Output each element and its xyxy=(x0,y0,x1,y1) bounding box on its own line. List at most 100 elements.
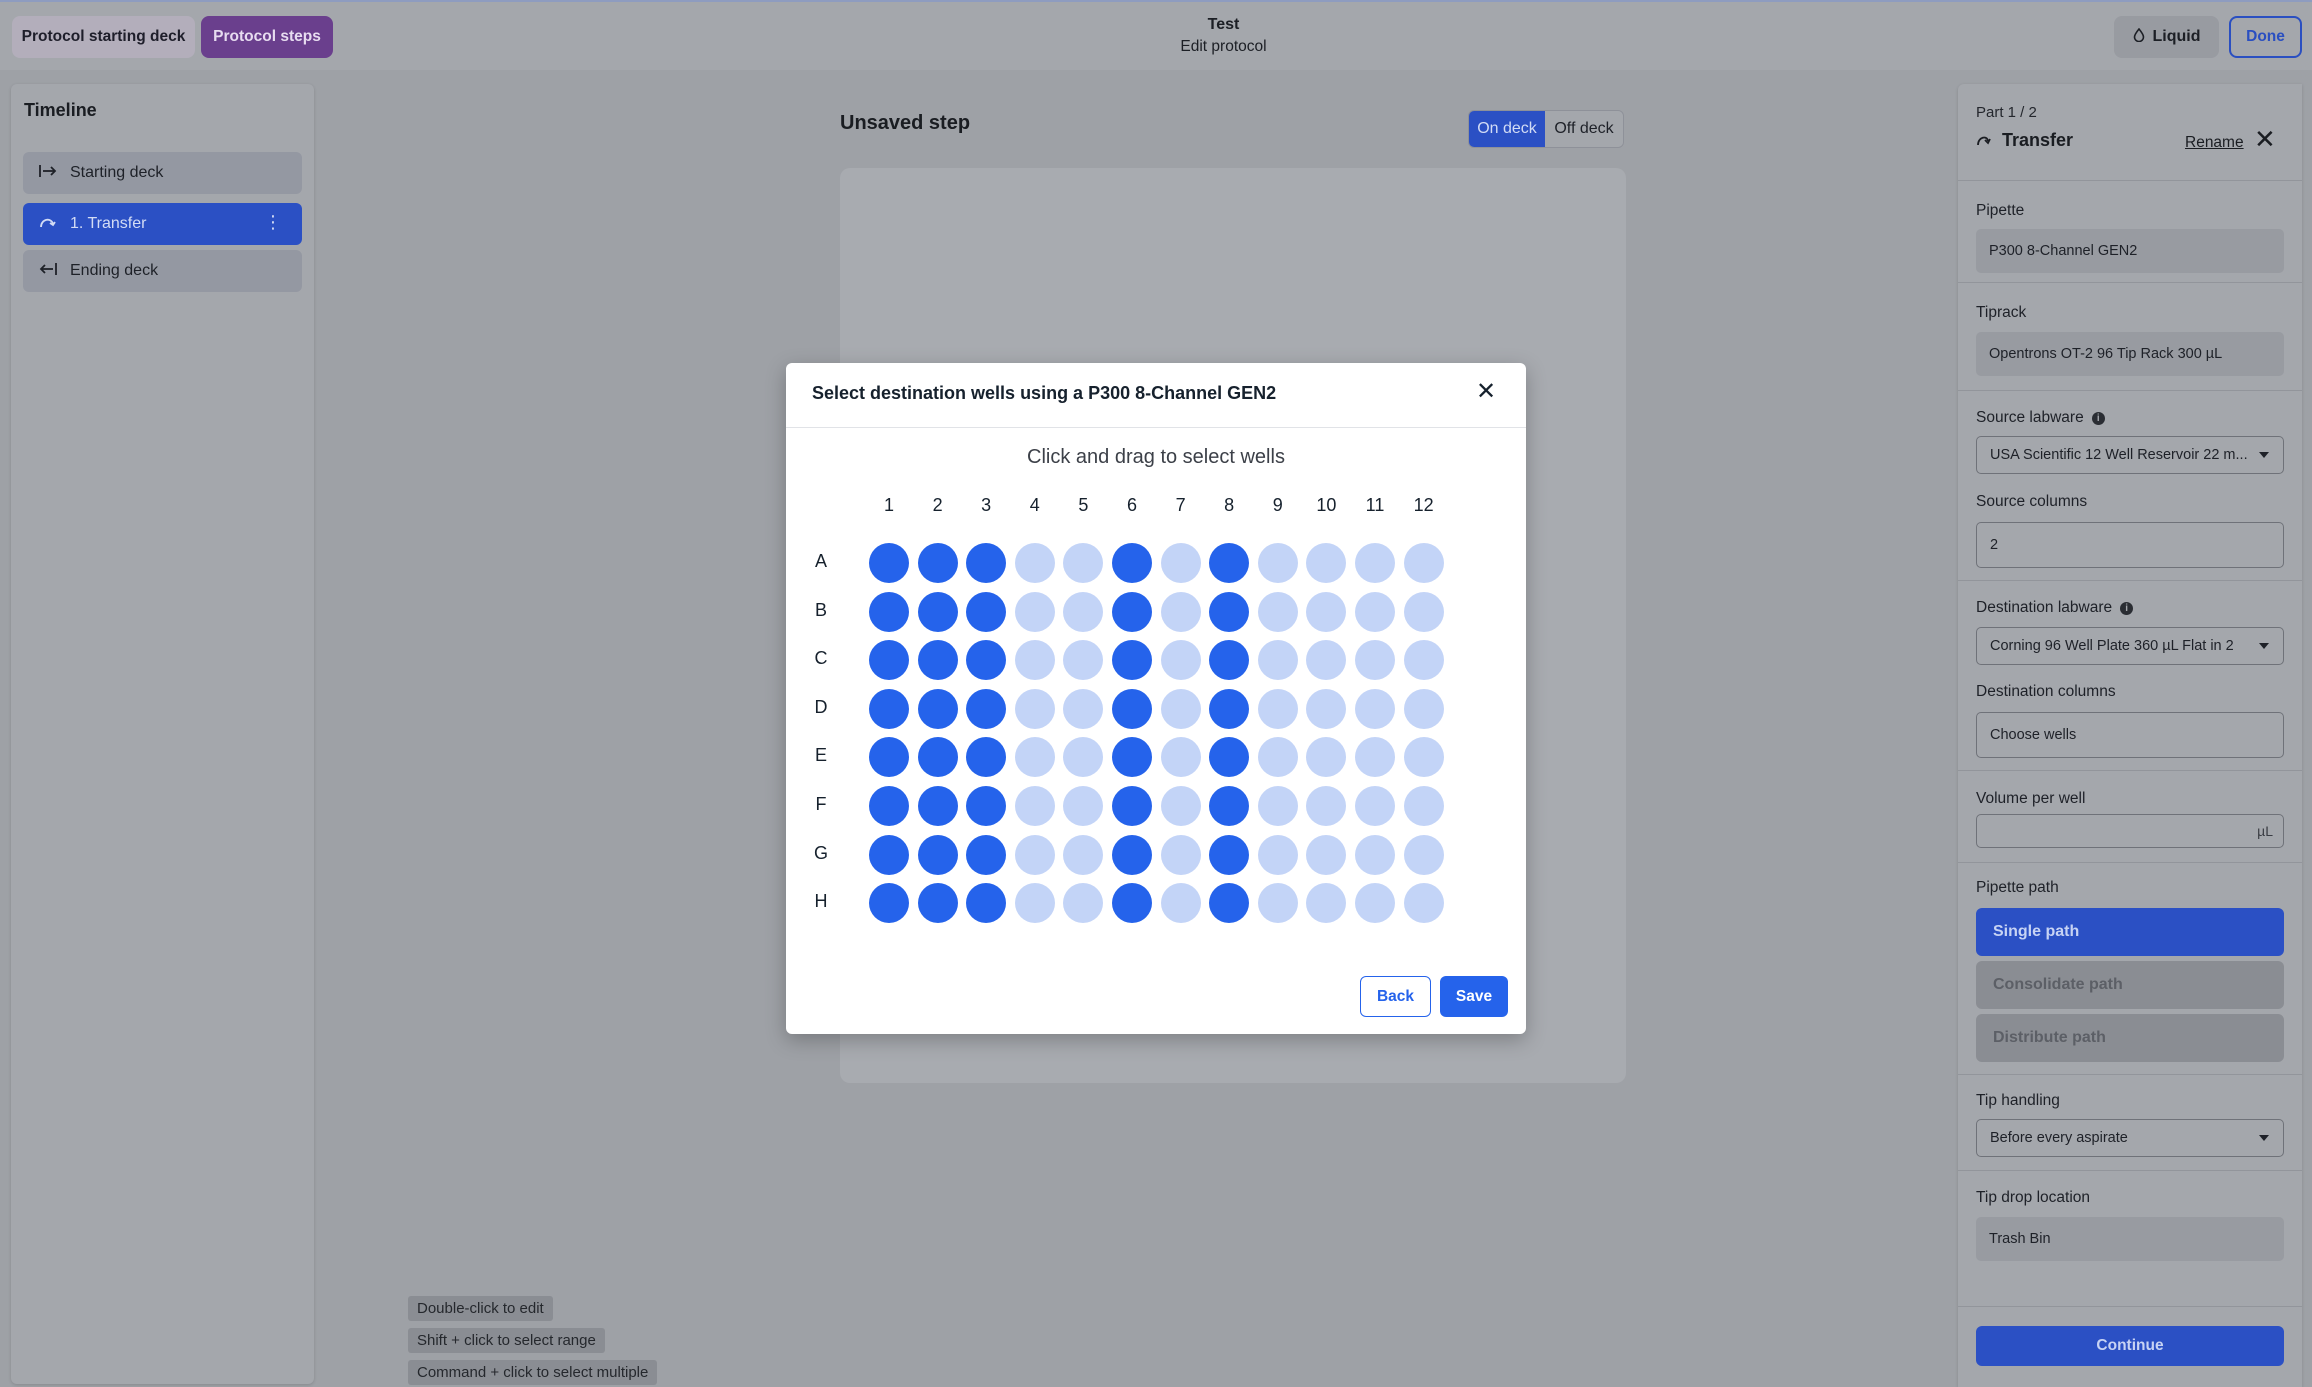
well-G12[interactable] xyxy=(1403,834,1444,875)
well-C9[interactable] xyxy=(1257,640,1298,681)
well-E11[interactable] xyxy=(1355,737,1395,778)
well-H4[interactable] xyxy=(1014,883,1055,924)
well-H6[interactable] xyxy=(1112,883,1152,924)
well-D3[interactable] xyxy=(966,688,1007,729)
well-A3[interactable] xyxy=(966,543,1007,583)
well-F5[interactable] xyxy=(1063,786,1104,826)
well-A6[interactable] xyxy=(1112,543,1152,583)
well-G10[interactable] xyxy=(1306,834,1347,875)
well-A10[interactable] xyxy=(1306,543,1347,583)
well-H2[interactable] xyxy=(917,883,958,924)
well-F10[interactable] xyxy=(1306,786,1347,826)
well-D9[interactable] xyxy=(1257,688,1298,729)
well-G4[interactable] xyxy=(1014,834,1055,875)
well-A7[interactable] xyxy=(1160,543,1201,583)
well-A12[interactable] xyxy=(1403,543,1444,583)
volume-input[interactable]: µL xyxy=(1976,814,2284,848)
well-B6[interactable] xyxy=(1112,591,1152,632)
well-D12[interactable] xyxy=(1403,688,1444,729)
on-deck-toggle[interactable]: On deck xyxy=(1469,111,1545,147)
source-labware-select[interactable]: USA Scientific 12 Well Reservoir 22 m... xyxy=(1976,436,2284,474)
well-C2[interactable] xyxy=(917,640,958,681)
close-icon[interactable]: ✕ xyxy=(2254,126,2276,152)
single-path-button[interactable]: Single path xyxy=(1976,908,2284,956)
well-H3[interactable] xyxy=(966,883,1007,924)
well-E10[interactable] xyxy=(1306,737,1347,778)
well-A5[interactable] xyxy=(1063,543,1104,583)
well-H8[interactable] xyxy=(1209,883,1250,924)
well-A2[interactable] xyxy=(917,543,958,583)
done-button[interactable]: Done xyxy=(2229,16,2302,58)
destination-columns-field[interactable]: Choose wells xyxy=(1976,712,2284,758)
well-E7[interactable] xyxy=(1160,737,1201,778)
well-B9[interactable] xyxy=(1257,591,1298,632)
well-D2[interactable] xyxy=(917,688,958,729)
well-C1[interactable] xyxy=(869,640,909,681)
well-D7[interactable] xyxy=(1160,688,1201,729)
timeline-item-ending-deck[interactable]: Ending deck xyxy=(23,250,302,292)
tiprack-field[interactable]: Opentrons OT-2 96 Tip Rack 300 µL xyxy=(1976,332,2284,376)
well-G6[interactable] xyxy=(1112,834,1152,875)
well-D1[interactable] xyxy=(869,688,909,729)
well-D11[interactable] xyxy=(1355,688,1395,729)
well-H11[interactable] xyxy=(1355,883,1395,924)
save-button[interactable]: Save xyxy=(1440,976,1508,1017)
well-B8[interactable] xyxy=(1209,591,1250,632)
source-columns-field[interactable]: 2 xyxy=(1976,522,2284,568)
info-icon[interactable]: i xyxy=(2120,601,2134,615)
well-D10[interactable] xyxy=(1306,688,1347,729)
well-C11[interactable] xyxy=(1355,640,1395,681)
well-D8[interactable] xyxy=(1209,688,1250,729)
well-G7[interactable] xyxy=(1160,834,1201,875)
well-G8[interactable] xyxy=(1209,834,1250,875)
well-F7[interactable] xyxy=(1160,786,1201,826)
timeline-item-transfer[interactable]: 1. Transfer ⋮ xyxy=(23,203,302,245)
well-F6[interactable] xyxy=(1112,786,1152,826)
tip-drop-field[interactable]: Trash Bin xyxy=(1976,1217,2284,1261)
well-B4[interactable] xyxy=(1014,591,1055,632)
close-icon[interactable]: ✕ xyxy=(1476,379,1496,405)
off-deck-toggle[interactable]: Off deck xyxy=(1545,111,1623,147)
well-E2[interactable] xyxy=(917,737,958,778)
well-B5[interactable] xyxy=(1063,591,1104,632)
well-A9[interactable] xyxy=(1257,543,1298,583)
well-H5[interactable] xyxy=(1063,883,1104,924)
well-A1[interactable] xyxy=(869,543,909,583)
well-E9[interactable] xyxy=(1257,737,1298,778)
well-C12[interactable] xyxy=(1403,640,1444,681)
well-B2[interactable] xyxy=(917,591,958,632)
well-D4[interactable] xyxy=(1014,688,1055,729)
well-F9[interactable] xyxy=(1257,786,1298,826)
well-B3[interactable] xyxy=(966,591,1007,632)
well-G5[interactable] xyxy=(1063,834,1104,875)
continue-button[interactable]: Continue xyxy=(1976,1326,2284,1366)
well-G1[interactable] xyxy=(869,834,909,875)
well-B11[interactable] xyxy=(1355,591,1395,632)
well-C7[interactable] xyxy=(1160,640,1201,681)
well-E12[interactable] xyxy=(1403,737,1444,778)
well-F11[interactable] xyxy=(1355,786,1395,826)
timeline-item-starting-deck[interactable]: Starting deck xyxy=(23,152,302,194)
well-C10[interactable] xyxy=(1306,640,1347,681)
well-B12[interactable] xyxy=(1403,591,1444,632)
destination-labware-select[interactable]: Corning 96 Well Plate 360 µL Flat in 2 xyxy=(1976,627,2284,665)
info-icon[interactable]: i xyxy=(2091,411,2105,425)
well-H12[interactable] xyxy=(1403,883,1444,924)
well-C3[interactable] xyxy=(966,640,1007,681)
pipette-field[interactable]: P300 8-Channel GEN2 xyxy=(1976,229,2284,273)
distribute-path-button[interactable]: Distribute path xyxy=(1976,1014,2284,1062)
well-H10[interactable] xyxy=(1306,883,1347,924)
well-C6[interactable] xyxy=(1112,640,1152,681)
well-G11[interactable] xyxy=(1355,834,1395,875)
well-A11[interactable] xyxy=(1355,543,1395,583)
well-F1[interactable] xyxy=(869,786,909,826)
well-C8[interactable] xyxy=(1209,640,1250,681)
consolidate-path-button[interactable]: Consolidate path xyxy=(1976,961,2284,1009)
rename-link[interactable]: Rename xyxy=(2185,134,2244,152)
well-B1[interactable] xyxy=(869,591,909,632)
tip-handling-select[interactable]: Before every aspirate xyxy=(1976,1119,2284,1157)
well-E8[interactable] xyxy=(1209,737,1250,778)
well-H9[interactable] xyxy=(1257,883,1298,924)
well-H1[interactable] xyxy=(869,883,909,924)
well-E5[interactable] xyxy=(1063,737,1104,778)
